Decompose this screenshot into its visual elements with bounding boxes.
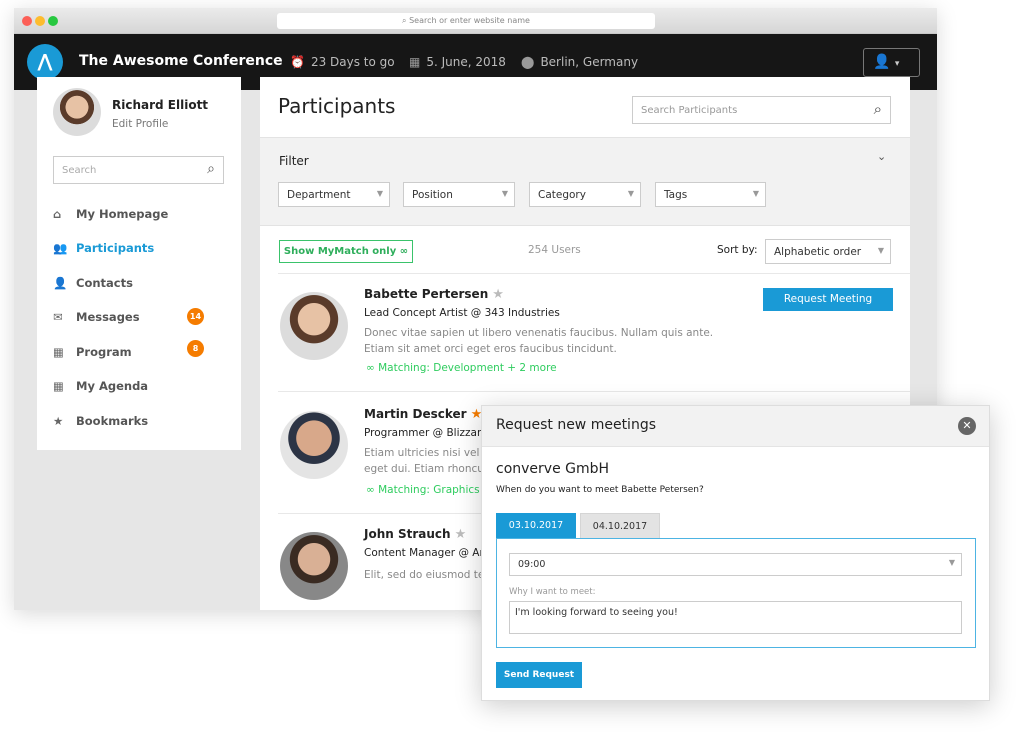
dropdown-arrow-icon: ▼ [752,189,759,198]
participant-description: Donec vitae sapien ut libero venenatis f… [364,327,714,355]
sidebar-search-input[interactable]: Search ⌕ [53,156,224,184]
search-icon[interactable]: ⌕ [207,161,215,177]
divider [278,391,910,392]
participant-name[interactable]: Martin Descker ★ [364,407,482,422]
event-location: ⬤ Berlin, Germany [521,55,639,69]
participant-avatar[interactable] [280,532,348,600]
home-icon: ⌂ [53,207,62,221]
conference-title: The Awesome Conference [79,53,283,69]
edit-profile-link[interactable]: Edit Profile [112,118,168,130]
sort-select[interactable]: Alphabetic order ▼ [765,239,891,264]
agenda-icon: ▦ [53,379,64,393]
envelope-icon: ✉ [53,310,63,324]
chevron-down-icon: ▾ [894,59,900,69]
time-select[interactable]: 09:00 ▼ [509,553,962,576]
program-badge: 8 [187,340,204,357]
filter-label: Filter [279,154,309,168]
star-icon[interactable]: ★ [455,527,467,542]
user-icon: 👤 [53,276,68,290]
page-title: Participants [278,94,396,118]
reason-textarea[interactable]: I'm looking forward to seeing you! [509,601,962,634]
participant-name[interactable]: John Strauch ★ [364,527,466,542]
participant-role: Programmer @ Blizzard [364,427,488,439]
tab-date-1[interactable]: 03.10.2017 [496,513,576,539]
sidebar-item-my-agenda[interactable]: ▦ My Agenda [53,379,148,393]
send-request-button[interactable]: Send Request [496,662,582,688]
alarm-clock-icon: ⏰ [290,55,305,69]
rings-icon: ∞ [399,246,409,257]
sidebar-item-my-homepage[interactable]: ⌂ My Homepage [53,207,168,221]
company-name: converve GmbH [496,461,610,477]
avatar[interactable] [53,88,101,136]
dropdown-arrow-icon: ▼ [501,189,508,198]
dropdown-arrow-icon: ▼ [376,189,383,198]
close-window-button[interactable] [22,16,32,26]
user-menu-button[interactable]: 👤 ▾ [863,48,920,77]
sidebar-item-participants[interactable]: 👥 Participants [53,241,154,255]
address-bar[interactable]: ⌕ Search or enter website name [277,13,655,29]
browser-titlebar: ⌕ Search or enter website name [14,8,937,34]
rings-icon: ∞ [366,484,379,496]
star-icon: ★ [53,414,64,428]
participant-avatar[interactable] [280,411,348,479]
request-meeting-modal: Request new meetings ✕ converve GmbH Whe… [481,405,990,701]
users-count: 254 Users [528,244,581,256]
meeting-question: When do you want to meet Babette Peterse… [496,485,704,495]
sort-label: Sort by: [717,244,758,256]
sidebar-item-messages[interactable]: ✉ Messages [53,310,140,324]
countdown: ⏰ 23 Days to go [290,55,395,69]
tab-date-2[interactable]: 04.10.2017 [580,513,660,539]
dropdown-arrow-icon: ▼ [627,189,634,198]
calendar-icon: ▦ [409,55,421,69]
sidebar-item-bookmarks[interactable]: ★ Bookmarks [53,414,148,428]
tags-filter[interactable]: Tags ▼ [655,182,766,207]
dropdown-arrow-icon: ▼ [877,246,884,255]
event-date: ▦ 5. June, 2018 [409,55,506,69]
category-filter[interactable]: Category ▼ [529,182,641,207]
sidebar: Richard Elliott Edit Profile Search ⌕ ⌂ My… [37,77,241,450]
star-icon[interactable]: ★ [492,287,504,302]
calendar-icon: ▦ [53,345,64,359]
participant-avatar[interactable] [280,292,348,360]
filter-section: Filter ⌄ Department ▼ Position ▼ Category ▼… [260,137,910,226]
modal-title: Request new meetings [496,417,657,433]
request-meeting-button[interactable]: Request Meeting [763,288,893,311]
minimize-window-button[interactable] [35,16,45,26]
close-icon[interactable]: ✕ [958,417,976,435]
matching-info[interactable]: ∞ Matching: Development + 2 more [366,362,557,374]
search-icon[interactable]: ⌕ [874,100,882,118]
participant-name[interactable]: Babette Pertersen ★ [364,287,504,302]
divider [278,273,910,274]
conference-logo[interactable]: ⋀ [27,44,63,80]
messages-badge: 14 [187,308,204,325]
position-filter[interactable]: Position ▼ [403,182,515,207]
sidebar-item-contacts[interactable]: 👤 Contacts [53,276,133,290]
reason-label: Why I want to meet: [509,587,596,597]
user-icon: 👤 [873,54,891,70]
dropdown-arrow-icon: ▼ [948,558,955,567]
sidebar-item-program[interactable]: ▦ Program [53,345,132,359]
modal-header: Request new meetings ✕ [482,406,989,447]
show-mymatch-button[interactable]: Show MyMatch only ∞ [279,240,413,263]
matching-info[interactable]: ∞ Matching: Graphics [366,484,480,496]
location-pin-icon: ⬤ [521,55,535,69]
users-icon: 👥 [53,241,68,255]
tab-panel: 09:00 ▼ Why I want to meet: I'm looking f… [496,538,976,648]
user-name: Richard Elliott [112,98,209,112]
participant-role: Lead Concept Artist @ 343 Industries [364,307,560,319]
maximize-window-button[interactable] [48,16,58,26]
department-filter[interactable]: Department ▼ [278,182,390,207]
participant-role: Content Manager @ Arvo [364,547,497,559]
participants-search-input[interactable]: Search Participants ⌕ [632,96,891,124]
rings-icon: ∞ [366,362,379,374]
chevron-down-icon[interactable]: ⌄ [877,150,886,163]
